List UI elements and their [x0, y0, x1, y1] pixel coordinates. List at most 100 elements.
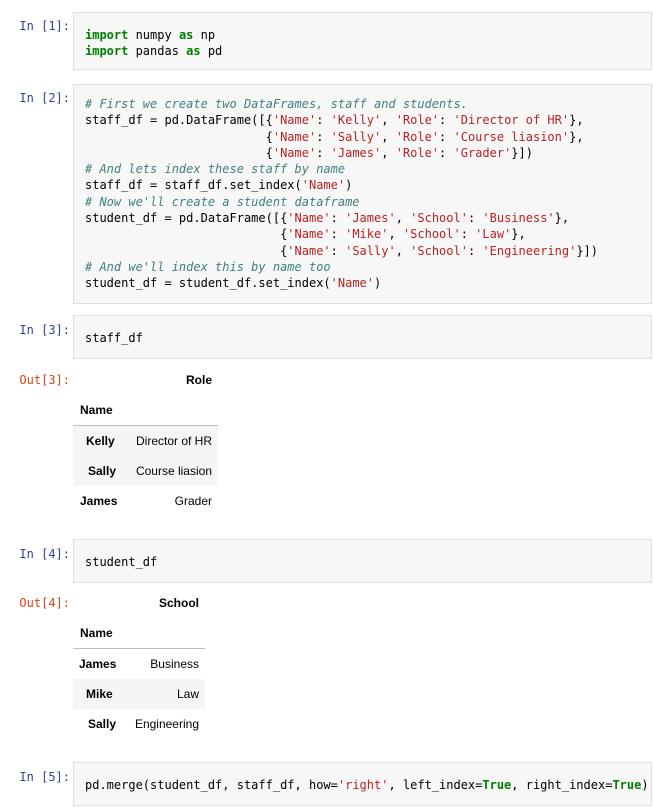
code-token: 'School' [402, 227, 461, 242]
row-value-james: Business [150, 657, 199, 671]
code-token: student_df [85, 555, 158, 569]
code-token: 'Engineering' [482, 243, 577, 258]
code-token: 'Sally' [345, 243, 396, 258]
code-token: import [85, 44, 129, 59]
code-token: # And lets index these staff by name [85, 162, 346, 177]
cell-5-code[interactable]: pd.merge(student_df, staff_df, how='righ… [85, 777, 649, 793]
cell-5-prompt: In [5]: [19, 770, 70, 784]
cell-1-prompt: In [1]: [19, 19, 70, 33]
code-token: }, [569, 129, 584, 144]
code-token: , [395, 243, 411, 258]
code-token: pd [200, 44, 223, 59]
staff-dataframe-table: Role Name Kelly Director of HR Sally Cou… [73, 365, 223, 515]
code-token: 'School' [410, 243, 468, 258]
code-token: numpy [128, 28, 179, 42]
code-token: pandas [128, 44, 187, 59]
cell-3-code[interactable]: staff_df [85, 330, 143, 346]
code-token: { [85, 129, 273, 144]
row-value-sally: Course liasion [135, 464, 212, 478]
code-token: 'Kelly' [330, 113, 382, 128]
output-3-prompt: Out[3]: [19, 373, 70, 387]
cell-1-input[interactable]: import numpy as np import pandas as pd [73, 12, 652, 70]
code-token: True [482, 778, 512, 792]
code-token: }]) [576, 243, 598, 258]
cell-5-input[interactable]: pd.merge(student_df, staff_df, how='righ… [73, 762, 652, 806]
cell-4-input[interactable]: student_df [73, 539, 652, 583]
code-token: pd.merge(student_df, staff_df, how= [85, 778, 338, 792]
code-token: 'Mike' [345, 227, 389, 242]
code-token: 'School' [410, 211, 468, 226]
code-token: }, [554, 211, 570, 226]
cell-2-input[interactable]: # First we create two DataFrames, staff … [73, 84, 652, 304]
code-token: }, [569, 113, 584, 128]
code-token: { [85, 145, 273, 160]
code-token: 'Name' [330, 276, 374, 291]
code-token: np [193, 28, 216, 42]
code-token: 'Role' [395, 129, 440, 144]
index-name-header: Name [80, 626, 113, 640]
code-token: 'Grader' [453, 145, 512, 160]
code-token: 'Role' [395, 113, 440, 128]
code-token: 'Law' [475, 227, 512, 242]
code-token: as [186, 44, 201, 59]
code-token: ) [345, 178, 353, 193]
code-token: , [381, 145, 396, 160]
row-value-mike: Law [176, 687, 199, 701]
code-token: # And we'll index this by name too [85, 259, 331, 274]
code-token: , [388, 227, 403, 242]
column-header-school: School [158, 596, 199, 610]
code-token: }]) [511, 145, 533, 160]
code-token: 'Sally' [330, 129, 382, 144]
code-token: , left_index= [388, 778, 483, 792]
code-token: { [85, 227, 288, 242]
code-token: 'Business' [482, 211, 555, 226]
code-token: : [460, 227, 476, 242]
code-token: as [178, 28, 194, 42]
cell-3-prompt: In [3]: [19, 323, 70, 337]
cell-2-code[interactable]: # First we create two DataFrames, staff … [85, 96, 598, 292]
code-token: : [439, 129, 454, 144]
cell-4-code[interactable]: student_df [85, 554, 157, 570]
code-token: 'Name' [287, 211, 331, 226]
code-token: staff_df = staff_df.set_index( [85, 178, 302, 193]
cell-1-code[interactable]: import numpy as np import pandas as pd [85, 27, 222, 60]
code-token: 'Name' [272, 113, 317, 128]
code-token: 'Name' [272, 129, 317, 144]
code-token: : [316, 113, 331, 128]
code-token: 'Director of HR' [453, 113, 570, 128]
code-token: : [467, 211, 483, 226]
row-value-kelly: Director of HR [135, 434, 212, 448]
code-token: }, [511, 227, 526, 242]
code-token: staff_df [85, 331, 143, 345]
code-token: student_df = pd.DataFrame([{ [85, 211, 288, 226]
column-header-role: Role [185, 373, 212, 387]
code-token: 'Name' [272, 145, 317, 160]
code-token: : [439, 145, 454, 160]
cell-2-prompt: In [2]: [19, 91, 70, 105]
code-token: 'James' [330, 145, 382, 160]
code-token: staff_df = pd.DataFrame([{ [85, 113, 273, 128]
code-token: 'right' [337, 778, 389, 792]
code-token: True [612, 778, 642, 792]
row-value-james: Grader [174, 494, 212, 508]
code-token: : [316, 145, 331, 160]
cell-4-prompt: In [4]: [19, 547, 70, 561]
code-token: , [395, 211, 411, 226]
code-token: : [467, 243, 483, 258]
code-token: ) [641, 778, 649, 792]
code-token: : [316, 129, 331, 144]
output-4-prompt: Out[4]: [19, 596, 70, 610]
code-token: : [330, 243, 346, 258]
cell-3-input[interactable]: staff_df [73, 315, 652, 359]
code-token: , right_index= [511, 778, 613, 792]
code-token: : [439, 113, 454, 128]
code-token: import [85, 28, 129, 42]
row-value-sally: Engineering [134, 717, 199, 731]
code-token: ) [374, 276, 382, 291]
code-token: student_df = student_df.set_index( [85, 276, 331, 291]
code-token: 'Name' [287, 243, 331, 258]
code-token: , [381, 129, 396, 144]
code-token: # First we create two DataFrames, staff … [85, 97, 468, 111]
student-dataframe-table: School Name James Business Mike Law Sall… [73, 588, 213, 738]
code-token: 'Course liasion' [453, 129, 570, 144]
